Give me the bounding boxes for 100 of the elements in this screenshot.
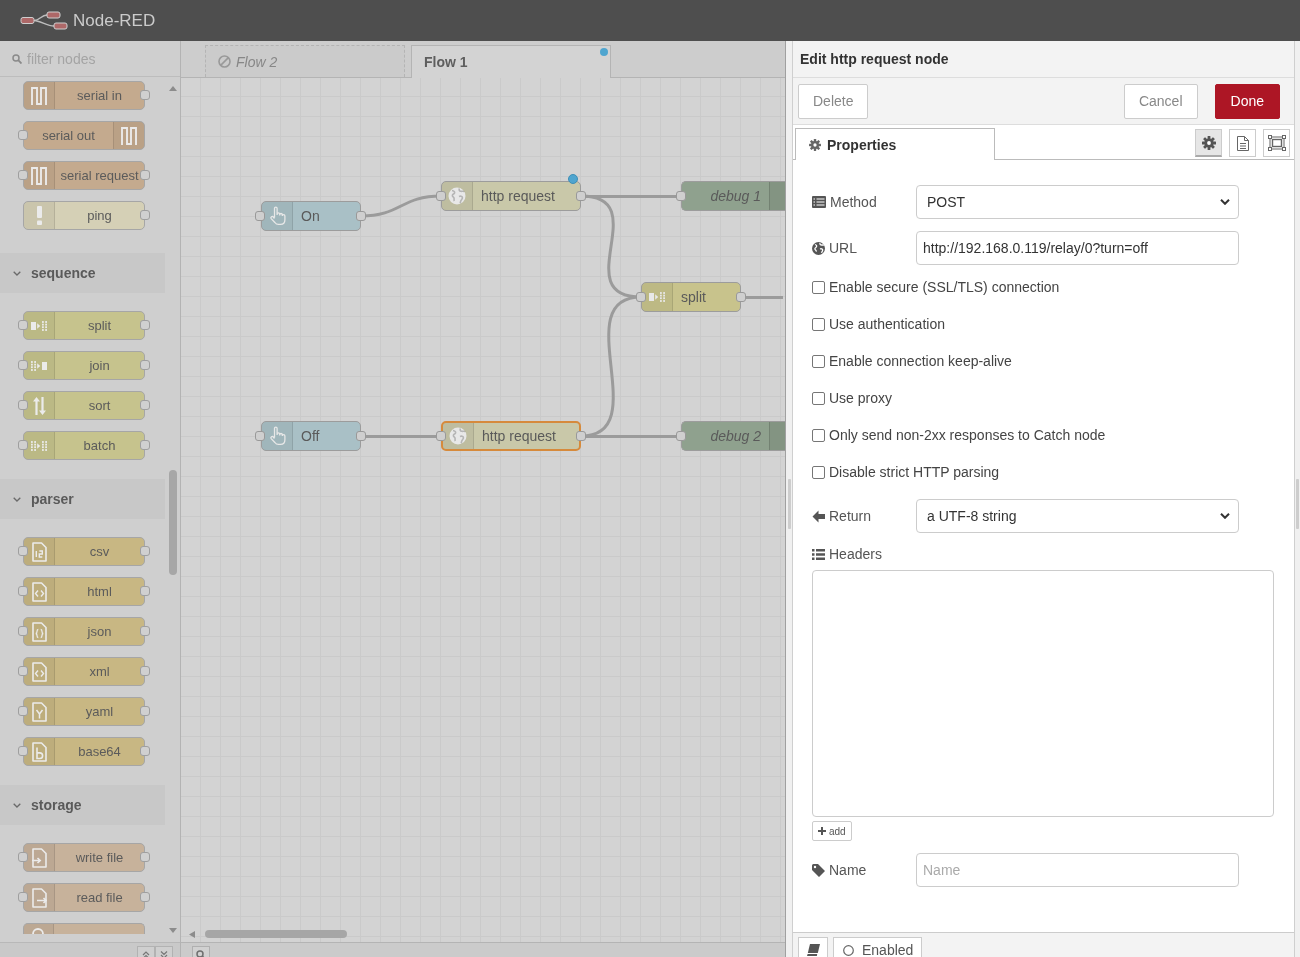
- input-port[interactable]: [18, 586, 28, 596]
- flow-node[interactable]: split: [641, 282, 741, 312]
- palette-node[interactable]: write file: [23, 843, 145, 872]
- flow-node[interactable]: debug 2: [681, 421, 785, 451]
- settings-button[interactable]: [1195, 129, 1222, 157]
- output-port[interactable]: [576, 431, 586, 441]
- output-port[interactable]: [356, 211, 366, 221]
- output-port[interactable]: [736, 292, 746, 302]
- category-header[interactable]: storage: [0, 785, 165, 825]
- category-header[interactable]: parser: [0, 479, 165, 519]
- flow-tab[interactable]: Flow 1: [411, 45, 611, 78]
- palette-node[interactable]: sort: [23, 391, 145, 420]
- checkbox[interactable]: [812, 317, 825, 331]
- text-field[interactable]: http://192.168.0.119/relay/0?turn=off: [916, 231, 1239, 265]
- input-port[interactable]: [18, 400, 28, 410]
- properties-tab[interactable]: Properties: [795, 128, 995, 160]
- checkbox[interactable]: [812, 428, 825, 442]
- input-port[interactable]: [18, 666, 28, 676]
- palette-node[interactable]: serial in: [23, 81, 145, 110]
- output-port[interactable]: [140, 892, 150, 902]
- output-port[interactable]: [140, 706, 150, 716]
- palette-node[interactable]: html: [23, 577, 145, 606]
- palette-node[interactable]: join: [23, 351, 145, 380]
- dropdown[interactable]: POST: [916, 185, 1239, 219]
- checkbox[interactable]: [812, 280, 825, 294]
- flow-node[interactable]: debug 1: [681, 181, 785, 211]
- input-port[interactable]: [18, 130, 28, 140]
- input-port[interactable]: [18, 852, 28, 862]
- appearance-button[interactable]: [1263, 129, 1290, 157]
- palette-node[interactable]: split: [23, 311, 145, 340]
- input-port[interactable]: [676, 191, 686, 201]
- palette-node[interactable]: yaml: [23, 697, 145, 726]
- output-port[interactable]: [140, 170, 150, 180]
- input-port[interactable]: [18, 626, 28, 636]
- output-port[interactable]: [140, 90, 150, 100]
- flow-node[interactable]: http request: [441, 181, 581, 211]
- input-port[interactable]: [18, 320, 28, 330]
- palette-node[interactable]: [23, 923, 145, 934]
- output-port[interactable]: [140, 320, 150, 330]
- input-port[interactable]: [18, 360, 28, 370]
- primary-button[interactable]: Done: [1214, 83, 1280, 119]
- resize-handle[interactable]: [787, 479, 791, 529]
- flow-node[interactable]: Off: [261, 421, 361, 451]
- node-label: base64: [77, 743, 122, 761]
- palette-node[interactable]: read file: [23, 883, 145, 912]
- output-port[interactable]: [140, 210, 150, 220]
- palette-node[interactable]: csv: [23, 537, 145, 566]
- output-port[interactable]: [140, 440, 150, 450]
- output-port[interactable]: [140, 400, 150, 410]
- checkbox[interactable]: [812, 391, 825, 405]
- checkbox[interactable]: [812, 465, 825, 479]
- scroll-up-arrow-icon[interactable]: [168, 86, 177, 91]
- output-port[interactable]: [140, 586, 150, 596]
- action-button[interactable]: Delete: [798, 83, 869, 119]
- category-header[interactable]: sequence: [0, 253, 165, 293]
- output-port[interactable]: [576, 191, 586, 201]
- input-port[interactable]: [18, 746, 28, 756]
- output-port[interactable]: [140, 746, 150, 756]
- action-button[interactable]: Cancel: [1123, 83, 1198, 119]
- flow-node[interactable]: On: [261, 201, 361, 231]
- node-button[interactable]: [255, 211, 265, 221]
- scrollbar-thumb[interactable]: [168, 470, 177, 575]
- palette-node[interactable]: json: [23, 617, 145, 646]
- list-box-icon: [812, 196, 826, 208]
- output-port[interactable]: [140, 546, 150, 556]
- scroll-down-arrow-icon[interactable]: [168, 928, 177, 933]
- palette-node[interactable]: batch: [23, 431, 145, 460]
- input-port[interactable]: [436, 191, 446, 201]
- flow-node[interactable]: http request: [441, 421, 581, 451]
- description-button[interactable]: [1229, 129, 1256, 157]
- input-port[interactable]: [436, 431, 446, 441]
- input-port[interactable]: [18, 170, 28, 180]
- dropdown[interactable]: a UTF-8 string: [916, 499, 1239, 533]
- palette-node[interactable]: xml: [23, 657, 145, 686]
- add-button[interactable]: add: [812, 821, 852, 841]
- book-button[interactable]: [798, 936, 828, 957]
- palette-node[interactable]: serial out: [23, 121, 145, 150]
- output-port[interactable]: [140, 852, 150, 862]
- checkbox[interactable]: [812, 354, 825, 368]
- output-port[interactable]: [140, 666, 150, 676]
- input-port[interactable]: [18, 892, 28, 902]
- input-port[interactable]: [676, 431, 686, 441]
- resize-handle[interactable]: [1296, 479, 1299, 529]
- scroll-left-arrow-icon[interactable]: [189, 930, 195, 938]
- node-button[interactable]: [255, 431, 265, 441]
- output-port[interactable]: [356, 431, 366, 441]
- scrollbar-thumb[interactable]: [205, 930, 347, 938]
- palette-node[interactable]: serial request: [23, 161, 145, 190]
- node-label: debug 1: [709, 187, 762, 206]
- enabled-toggle[interactable]: Enabled: [833, 936, 922, 957]
- input-port[interactable]: [636, 292, 646, 302]
- batch-icon: [31, 440, 47, 451]
- input-port[interactable]: [18, 440, 28, 450]
- palette-node[interactable]: ping: [23, 201, 145, 230]
- output-port[interactable]: [140, 360, 150, 370]
- text-field[interactable]: Name: [916, 853, 1239, 887]
- input-port[interactable]: [18, 546, 28, 556]
- output-port[interactable]: [140, 626, 150, 636]
- palette-node[interactable]: base64: [23, 737, 145, 766]
- input-port[interactable]: [18, 706, 28, 716]
